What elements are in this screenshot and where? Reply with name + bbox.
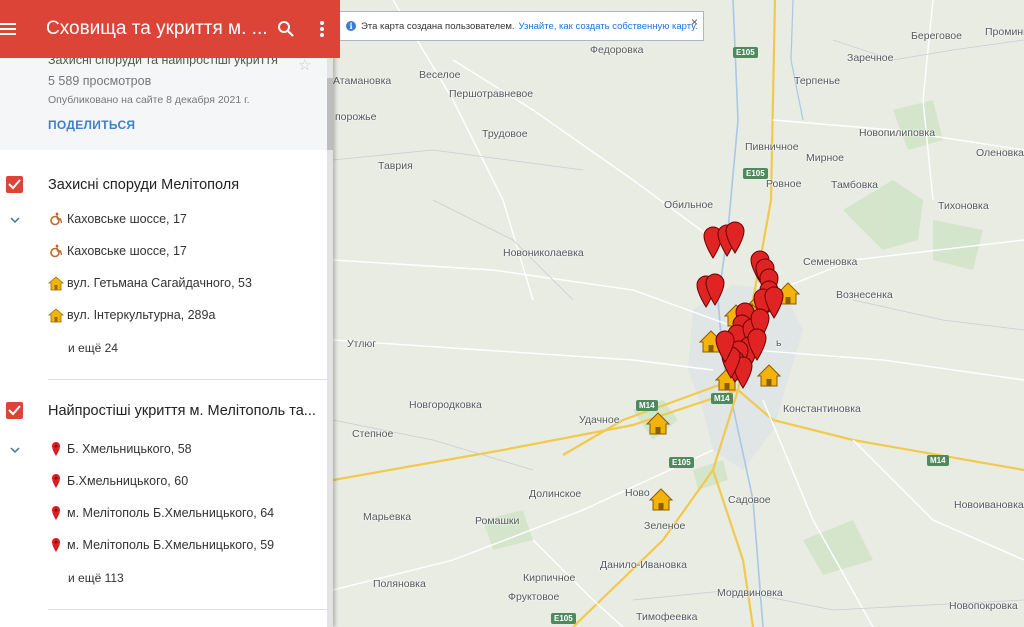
layer-checkbox[interactable]	[6, 402, 23, 419]
map-title: Сховища та укриття м. ...	[46, 18, 268, 39]
menu-icon[interactable]	[0, 0, 46, 58]
list-item[interactable]: Б. Хмельницького, 58	[48, 437, 192, 461]
item-label: вул. Гетьмана Сагайдачного, 53	[67, 276, 252, 290]
banner-text: Эта карта создана пользователем.	[361, 20, 515, 32]
map-info-panel: Захисні споруди та найпростіші укриття ☆…	[0, 53, 327, 150]
list-item[interactable]: Каховське шоссе, 17	[48, 207, 187, 231]
item-label: Каховське шоссе, 17	[67, 244, 187, 258]
red-pin-icon	[48, 536, 64, 554]
markers-layer	[645, 221, 801, 511]
red-pin-icon	[48, 504, 64, 522]
scrollbar[interactable]	[327, 58, 333, 627]
star-icon[interactable]: ☆	[298, 56, 311, 74]
view-count: 5 589 просмотров	[48, 74, 152, 88]
show-more-link[interactable]: и ещё 24	[68, 341, 118, 355]
layer-checkbox[interactable]	[6, 176, 23, 193]
scrollbar-thumb[interactable]	[327, 78, 333, 150]
chevron-down-icon[interactable]	[9, 444, 21, 456]
list-item[interactable]: вул. Інтеркультурна, 289а	[48, 303, 215, 327]
layer-header[interactable]: Найпростіші укриття м. Мелітополь та...	[0, 390, 327, 430]
list-item[interactable]: м. Мелітополь Б.Хмельницького, 59	[48, 533, 274, 557]
list-item[interactable]: Б.Хмельницького, 60	[48, 469, 188, 493]
house-icon[interactable]	[645, 412, 671, 435]
layer-title: Найпростіші укриття м. Мелітополь та...	[48, 403, 316, 419]
share-button[interactable]: ПОДЕЛИТЬСЯ	[48, 118, 135, 132]
info-icon: i	[346, 21, 356, 31]
item-label: Б.Хмельницького, 60	[67, 474, 189, 488]
item-label: вул. Інтеркультурна, 289а	[67, 308, 216, 322]
red-pin-icon	[48, 472, 64, 490]
list-item[interactable]: вул. Гетьмана Сагайдачного, 53	[48, 271, 252, 295]
map-canvas[interactable]: Федоровка Береговое Проминь Терпенье Зар…	[333, 0, 1024, 627]
item-label: Б. Хмельницького, 58	[67, 442, 192, 456]
divider	[48, 379, 327, 380]
published-date: Опубликовано на сайте 8 декабря 2021 г.	[48, 94, 250, 106]
item-label: м. Мелітополь Б.Хмельницького, 64	[67, 506, 275, 520]
sidebar-scroll-area[interactable]: Захисні споруди та найпростіші укриття ☆…	[0, 53, 333, 627]
house-icon[interactable]	[756, 364, 782, 387]
house-icon	[48, 306, 64, 324]
layer-title: Захисні споруди Мелітополя	[48, 177, 240, 193]
divider	[48, 609, 327, 610]
info-banner: i Эта карта создана пользователем. Узнай…	[339, 11, 704, 41]
wheelchair-icon	[48, 242, 64, 260]
item-label: м. Мелітополь Б.Хмельницького, 59	[67, 538, 275, 552]
top-bar: Сховища та укриття м. ...	[0, 0, 340, 58]
item-label: Каховське шоссе, 17	[67, 212, 187, 226]
list-item[interactable]: м. Мелітополь Б.Хмельницького, 64	[48, 501, 274, 525]
search-icon[interactable]	[268, 0, 304, 58]
show-more-link[interactable]: и ещё 113	[68, 571, 124, 585]
red-pin-icon	[48, 440, 64, 458]
layer-header[interactable]: Захисні споруди Мелітополя	[0, 164, 327, 204]
close-icon[interactable]: ×	[691, 15, 698, 29]
sidebar: Захисні споруди та найпростіші укриття ☆…	[0, 0, 333, 627]
list-item[interactable]: Каховське шоссе, 17	[48, 239, 187, 263]
house-icon	[48, 274, 64, 292]
house-icon[interactable]	[648, 488, 674, 511]
create-map-link[interactable]: Узнайте, как создать собственную карту.	[519, 21, 698, 32]
more-vert-icon[interactable]	[304, 0, 340, 58]
chevron-down-icon[interactable]	[9, 214, 21, 226]
wheelchair-icon	[48, 210, 64, 228]
